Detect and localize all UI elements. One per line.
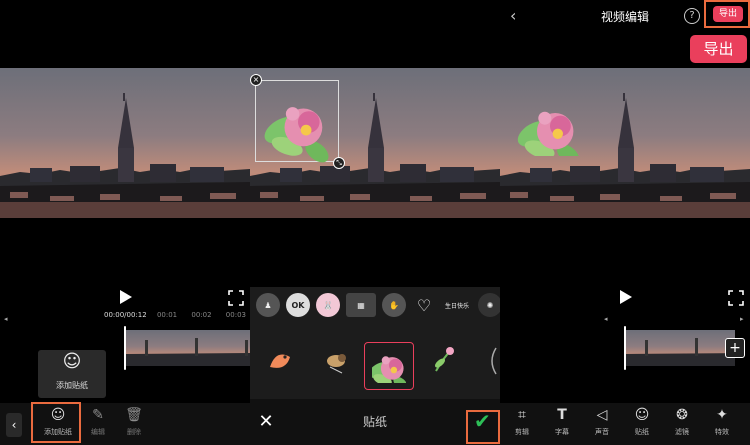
playhead[interactable] — [124, 326, 126, 370]
sticker-category-row: ♟ OK 🐰 ▦ ✋ ♡ 生日快乐 ✺ — [250, 287, 500, 323]
sticker-thumb-bunny[interactable]: 🐰 — [316, 293, 340, 317]
current-time: 00:00/00:12 — [104, 311, 147, 319]
play-icon[interactable] — [120, 290, 132, 304]
toolbar-label: 特效 — [715, 428, 729, 436]
smiley-icon: ☺ — [62, 351, 82, 372]
export-button-large[interactable]: 导出 — [690, 35, 747, 63]
heart-icon[interactable]: ♡ — [412, 293, 436, 317]
panel-add-sticker: ◂ 00:00/00:12 00:01 00:02 00:03 ☺ 添加贴纸 ‹… — [0, 0, 250, 445]
crop-icon: ⌗ — [518, 407, 526, 423]
toolbar-delete[interactable]: 🗑 删除 — [114, 407, 154, 437]
play-icon[interactable] — [620, 290, 632, 304]
video-preview — [0, 68, 250, 218]
toolbar-sound[interactable]: ◁ 声音 — [582, 407, 622, 437]
toolbar-label: 贴纸 — [635, 428, 649, 436]
help-icon[interactable]: ? — [684, 8, 700, 24]
trash-icon: 🗑 — [125, 407, 143, 423]
add-clip-button[interactable]: + — [725, 338, 745, 358]
sticker-thumb-hands[interactable]: ✋ — [382, 293, 406, 317]
timeline-clip[interactable] — [625, 330, 735, 366]
sticker-partial[interactable] — [476, 339, 500, 383]
sparkle-icon: ✦ — [716, 407, 728, 423]
time-display: 00:00/00:12 00:01 00:02 00:03 — [104, 311, 246, 319]
toolbar-label: 编辑 — [91, 428, 105, 436]
sticker-flower-on-video[interactable] — [514, 96, 586, 156]
toolbar-label: 剪辑 — [515, 428, 529, 436]
playhead[interactable] — [624, 326, 626, 370]
sticker-on-video[interactable] — [255, 80, 339, 167]
toolbar-label: 声音 — [595, 428, 609, 436]
popup-label: 添加贴纸 — [56, 381, 88, 390]
sticker-thumb-ok[interactable]: OK — [286, 293, 310, 317]
toolbar-label: 删除 — [127, 428, 141, 436]
fullscreen-icon[interactable] — [728, 290, 744, 306]
toolbar-cut[interactable]: ⌗ 剪辑 — [502, 407, 542, 437]
close-icon[interactable]: × — [250, 74, 262, 86]
sticker-flower[interactable] — [364, 342, 414, 390]
speaker-icon: ◁ — [596, 407, 608, 423]
sticker-thumb-scribble[interactable]: ✺ — [478, 293, 500, 317]
edit-toolbar: ⌗ 剪辑 T 字幕 ◁ 声音 ☺ 贴纸 ❂ 滤镜 ✦ 特效 — [500, 403, 750, 445]
filter-icon: ❂ — [676, 407, 688, 423]
time-mark: 00:02 — [191, 311, 212, 319]
toolbar-filter[interactable]: ❂ 滤镜 — [662, 407, 702, 437]
screen: ◂ 00:00/00:12 00:01 00:02 00:03 ☺ 添加贴纸 ‹… — [0, 0, 750, 445]
panel-sticker-picker: × ⤡ ♟ OK 🐰 ▦ ✋ ♡ 生日快乐 ✺ ✕ 贴纸 ✔ — [250, 0, 500, 445]
sticker-grid — [250, 331, 500, 390]
scroll-right-marker: ▸ — [740, 315, 744, 323]
sticker-bird[interactable] — [258, 339, 302, 383]
sticker-thumb-text[interactable]: ▦ — [346, 293, 376, 317]
highlight-export — [704, 0, 750, 28]
sticker-sparrow[interactable] — [314, 339, 358, 383]
add-sticker-popup[interactable]: ☺ 添加贴纸 — [38, 350, 106, 398]
smiley-icon: ☺ — [634, 407, 650, 423]
text-icon: T — [557, 407, 567, 423]
toolbar-subtitle[interactable]: T 字幕 — [542, 407, 582, 437]
pencil-icon: ✎ — [92, 407, 104, 423]
scroll-left-marker: ◂ — [4, 315, 8, 323]
panel-video-edit: ‹ 视频编辑 ? 导出 导出 ◂ ▸ + ⌗ 剪辑 T 字幕 ◁ 声音 ☺ 贴纸… — [500, 0, 750, 445]
toolbar-label: 字幕 — [555, 428, 569, 436]
toolbar-effects[interactable]: ✦ 特效 — [702, 407, 742, 437]
sticker-thumb-statue[interactable]: ♟ — [256, 293, 280, 317]
toolbar-label: 滤镜 — [675, 428, 689, 436]
sticker-tray: ♟ OK 🐰 ▦ ✋ ♡ 生日快乐 ✺ — [250, 287, 500, 399]
timeline-clip[interactable] — [125, 330, 250, 366]
fullscreen-icon[interactable] — [228, 290, 244, 306]
toolbar-sticker[interactable]: ☺ 贴纸 — [622, 407, 662, 437]
back-button[interactable]: ‹ — [6, 413, 22, 437]
resize-icon[interactable]: ⤡ — [333, 157, 345, 169]
scroll-left-marker: ◂ — [604, 315, 608, 323]
toolbar-edit[interactable]: ✎ 编辑 — [78, 407, 118, 437]
sticker-thumb-birthday[interactable]: 生日快乐 — [442, 293, 472, 317]
highlight-add-sticker — [31, 402, 81, 443]
video-preview — [500, 68, 750, 218]
sticker-leaf-flower[interactable] — [422, 339, 466, 383]
sticker-panel-title: 贴纸 — [362, 415, 387, 429]
time-mark: 00:03 — [225, 311, 246, 319]
sticker-bottom-bar: ✕ 贴纸 ✔ — [250, 399, 500, 445]
highlight-confirm — [466, 410, 500, 444]
time-mark: 00:01 — [156, 311, 178, 319]
